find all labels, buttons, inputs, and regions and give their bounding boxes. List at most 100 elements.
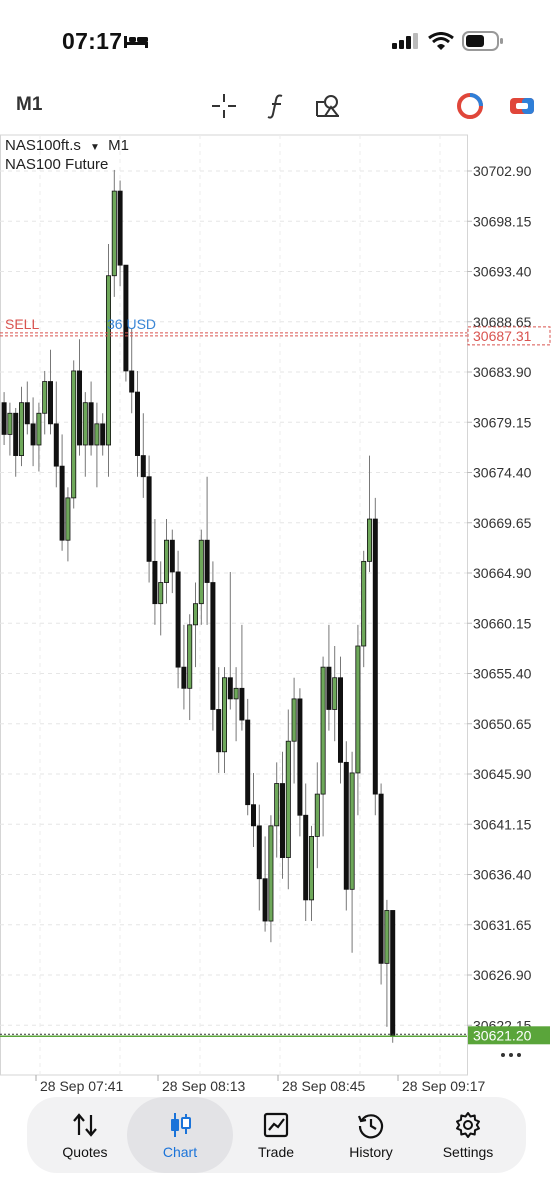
price-chart[interactable]: 30702.90 30698.15 30693.40 30688.65 30683.90… xyxy=(0,134,553,1100)
bull-candle xyxy=(7,412,13,435)
bull-candle xyxy=(187,624,193,689)
bear-candle xyxy=(216,709,222,753)
sell-price-label: 30687.31 xyxy=(473,328,532,344)
chart-description: NAS100 Future xyxy=(5,156,109,173)
bull-candle xyxy=(366,518,372,562)
bull-candle xyxy=(111,190,117,277)
bull-candle xyxy=(233,687,239,700)
indicators-icon[interactable] xyxy=(263,92,291,120)
bull-candle xyxy=(332,677,338,710)
tab-settings[interactable]: Settings xyxy=(420,1097,516,1173)
price-axis-label: 30631.65 xyxy=(473,917,532,933)
bull-candle xyxy=(106,275,112,446)
chart-canvas[interactable]: 30702.9030698.1530693.4030688.6530683.90… xyxy=(0,134,553,1100)
price-axis-label: 30660.15 xyxy=(473,615,532,631)
bull-candle xyxy=(198,539,204,605)
chart-frame xyxy=(0,134,468,1076)
bear-candle xyxy=(117,190,123,266)
bull-candle xyxy=(320,666,326,795)
price-axis-label: 30650.65 xyxy=(473,716,532,732)
bear-candle xyxy=(262,878,268,922)
tab-trade[interactable]: Trade xyxy=(228,1097,324,1173)
price-axis-label: 30669.65 xyxy=(473,515,532,531)
bear-candle xyxy=(30,423,36,446)
status-time: 07:17 xyxy=(62,28,123,54)
time-axis-label: 28 Sep 08:45 xyxy=(282,1078,366,1094)
bear-candle xyxy=(326,666,332,710)
bear-candle xyxy=(239,687,245,721)
more-dot xyxy=(501,1053,505,1057)
bull-candle xyxy=(221,677,227,753)
sleep-bed-icon xyxy=(124,36,148,48)
bull-candle xyxy=(65,497,71,541)
bull-candle xyxy=(361,560,367,647)
tab-chart[interactable]: Chart xyxy=(127,1097,233,1173)
bull-candle xyxy=(192,603,198,626)
tab-quotes[interactable]: Quotes xyxy=(37,1097,133,1173)
bull-candle xyxy=(42,381,48,414)
bear-candle xyxy=(250,804,256,827)
bull-candle xyxy=(285,740,291,858)
bear-candle xyxy=(279,783,285,858)
more-dot xyxy=(517,1053,521,1057)
dropdown-triangle-icon: ▼ xyxy=(90,142,100,153)
bull-candle xyxy=(71,370,77,499)
bear-candle xyxy=(181,666,187,689)
bull-candle xyxy=(163,539,169,583)
tab-history[interactable]: History xyxy=(323,1097,419,1173)
wifi-icon xyxy=(428,32,454,50)
bull-candle xyxy=(349,772,355,890)
bear-candle xyxy=(100,423,106,446)
tab-label: Settings xyxy=(442,1144,494,1160)
trend-chart-icon xyxy=(263,1112,289,1138)
bear-candle xyxy=(175,571,181,668)
tab-label: History xyxy=(349,1144,393,1160)
timeframe-button[interactable]: M1 xyxy=(16,94,42,116)
bottom-tab-bar: Quotes Chart Trade History Settings xyxy=(27,1097,526,1173)
one-click-trading-icon[interactable] xyxy=(456,92,484,120)
bear-candle xyxy=(227,677,233,700)
bull-candle xyxy=(384,910,390,964)
bull-candle xyxy=(18,402,24,456)
tab-label: Trade xyxy=(257,1144,295,1160)
bull-candle xyxy=(274,783,280,827)
bull-candle xyxy=(36,412,42,446)
crosshair-icon[interactable] xyxy=(210,92,238,120)
bull-candle xyxy=(268,825,274,922)
bear-candle xyxy=(152,560,158,605)
gear-icon xyxy=(456,1112,480,1138)
tab-label: Chart xyxy=(162,1144,198,1160)
bull-candle xyxy=(308,836,314,901)
bear-candle xyxy=(303,814,309,901)
tab-label: Quotes xyxy=(62,1144,108,1160)
bull-candle xyxy=(291,698,297,742)
history-clock-icon xyxy=(357,1114,384,1139)
battery-icon xyxy=(462,31,503,51)
price-axis-label: 30674.40 xyxy=(473,465,532,481)
status-bar: 07:17 xyxy=(0,0,553,80)
price-axis-label: 30645.90 xyxy=(473,766,532,782)
bear-candle xyxy=(77,370,83,446)
bull-candle xyxy=(314,793,320,837)
bear-candle xyxy=(204,539,210,583)
bear-candle xyxy=(343,761,349,890)
price-axis-label: 30683.90 xyxy=(473,364,532,380)
position-profit-label: 36 USD xyxy=(107,316,156,332)
objects-icon[interactable] xyxy=(314,92,342,120)
trade-toggle-icon[interactable] xyxy=(508,92,536,120)
bear-candle xyxy=(245,719,251,806)
bear-candle xyxy=(146,476,152,562)
price-axis-label: 30679.15 xyxy=(473,414,532,430)
bear-candle xyxy=(24,402,30,425)
chart-timeframe: M1 xyxy=(108,137,129,154)
bear-candle xyxy=(297,698,303,816)
bear-candle xyxy=(337,677,343,763)
candles-icon xyxy=(171,1113,191,1137)
price-axis-label: 30702.90 xyxy=(473,163,532,179)
sell-label: SELL xyxy=(5,316,39,332)
chart-symbol-title[interactable]: NAS100ft.s ▼ M1 xyxy=(5,137,129,154)
bull-candle xyxy=(82,402,88,446)
bear-candle xyxy=(372,518,378,795)
price-axis-label: 30693.40 xyxy=(473,264,532,280)
bear-candle xyxy=(134,391,140,456)
